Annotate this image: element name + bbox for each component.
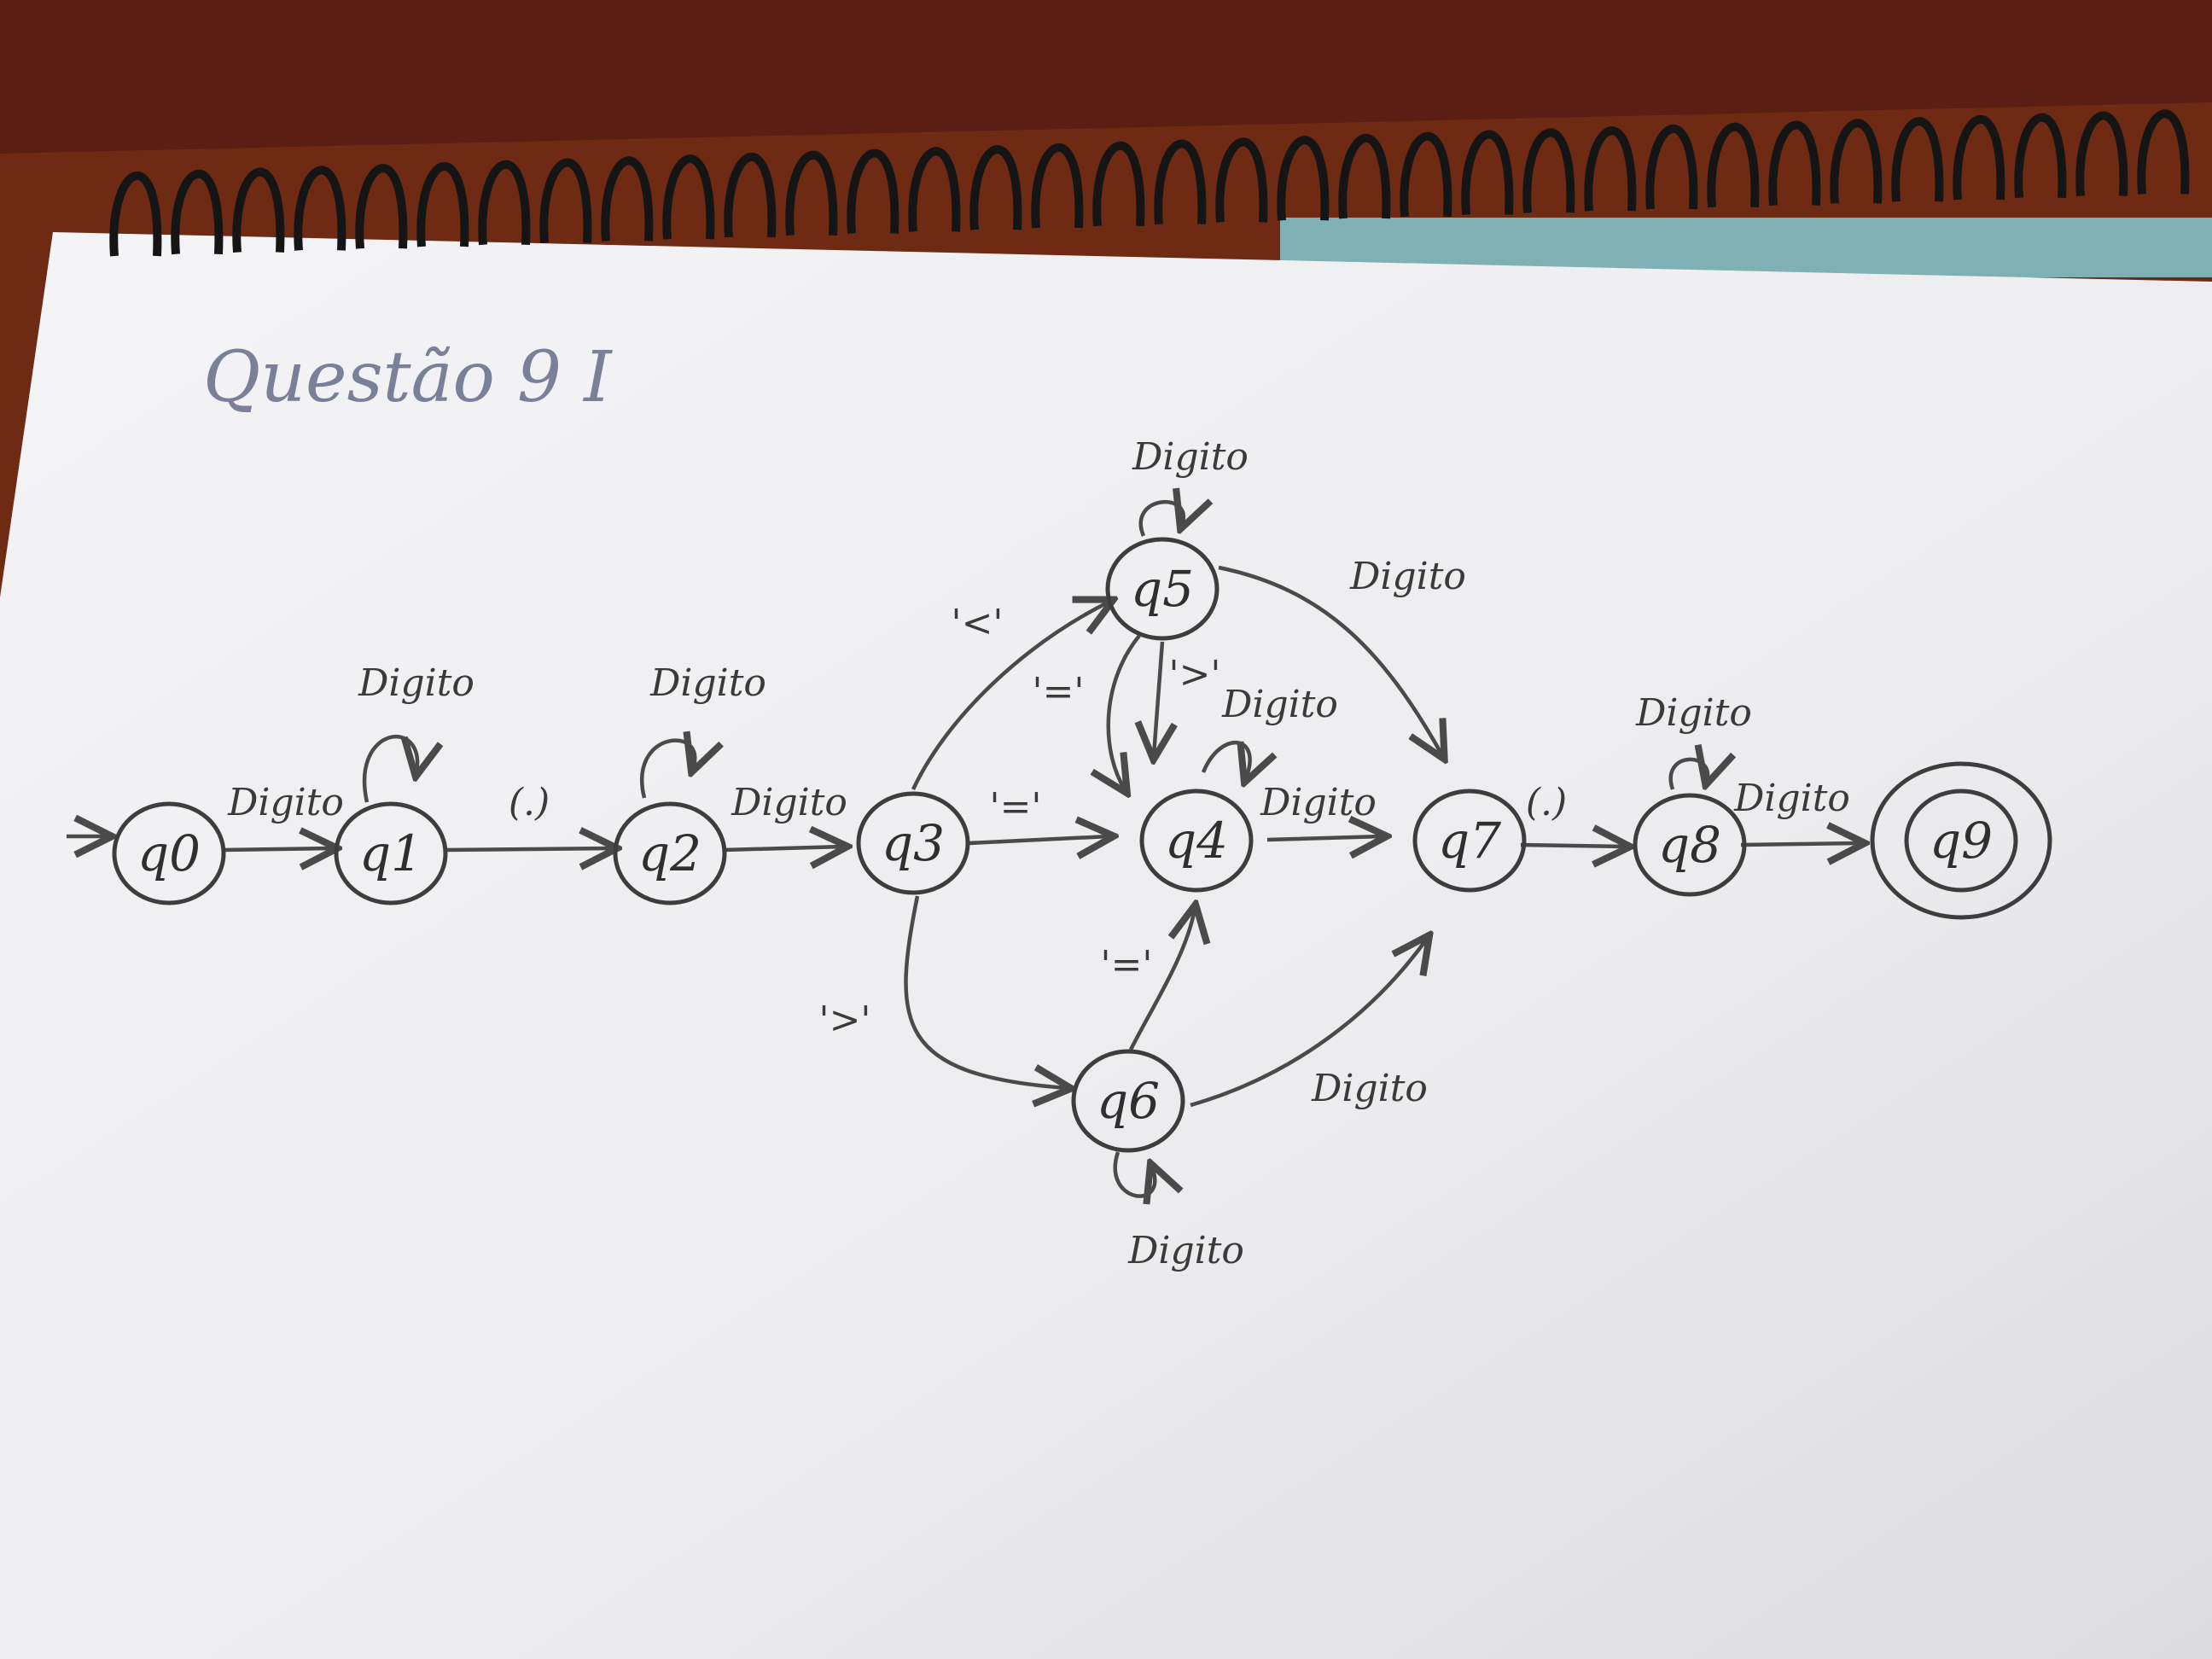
transition-label-q6-q4: '='	[1100, 943, 1152, 987]
transition-label-q5-q4: '='	[1032, 670, 1084, 713]
transition-label-q6-q7: Digito	[1311, 1067, 1428, 1110]
transition-label-q6-q6: Digito	[1127, 1229, 1244, 1272]
state-label: q9	[1930, 812, 1993, 870]
transition-label-q5-q7: Digito	[1349, 555, 1466, 598]
transition-arrow-q1-q2	[443, 848, 613, 850]
transition-label-q1-q1: Digito	[358, 661, 474, 705]
state-label: q0	[137, 824, 201, 882]
transition-label-q3-q5: '<'	[951, 602, 1003, 645]
state-label: q5	[1131, 560, 1194, 618]
transition-label-q5-q5: Digito	[1132, 435, 1249, 479]
photo-scene: Questão 9 I DigitoDigito(.)DigitoDigito '…	[0, 0, 2212, 1659]
transition-arrow-q8-q9	[1740, 843, 1860, 845]
transition-label-q7-q8: (.)	[1526, 781, 1567, 824]
transition-label-q1-q2: (.)	[509, 781, 550, 824]
transition-label-q3-q6: '>'	[818, 998, 870, 1042]
state-label: q8	[1658, 816, 1721, 874]
state-label: q7	[1438, 812, 1501, 870]
state-label: q2	[638, 824, 701, 882]
transition-label-q4-q7: Digito	[1260, 781, 1377, 824]
transition-arrow-q0-q1	[221, 848, 333, 850]
state-label: q6	[1097, 1072, 1160, 1130]
transition-label-q0-q1: Digito	[227, 781, 344, 824]
state-label: q1	[359, 824, 422, 882]
transition-label-q2-q2: Digito	[649, 661, 766, 705]
page-title: Questão 9 I	[203, 337, 613, 418]
transition-label-q5-q4: '>'	[1168, 653, 1220, 696]
state-label: q3	[882, 814, 945, 872]
state-label: q4	[1165, 812, 1228, 870]
transition-label-q3-q4: '='	[989, 785, 1041, 829]
transition-label-q4-q4: Digito	[1221, 683, 1338, 726]
transition-arrow-q7-q8	[1520, 845, 1626, 847]
transition-label-q2-q3: Digito	[731, 781, 847, 824]
transition-label-q8-q8: Digito	[1635, 691, 1752, 735]
transition-label-q8-q9: Digito	[1733, 777, 1850, 820]
